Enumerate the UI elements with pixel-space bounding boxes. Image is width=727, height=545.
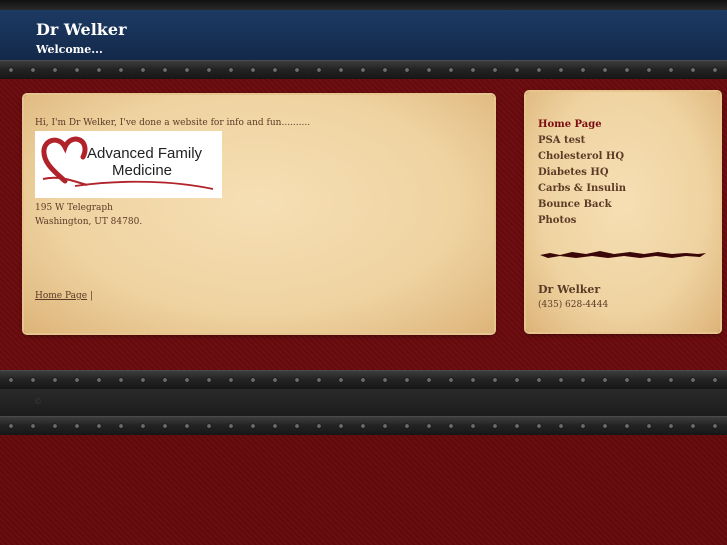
main-content-panel: Hi, I'm Dr Welker, I've done a website f… — [24, 95, 494, 333]
logo-swoosh — [74, 180, 214, 190]
nav-item-diabetes-hq[interactable]: Diabetes HQ — [538, 165, 626, 181]
nav-item-home-page[interactable]: Home Page — [538, 117, 626, 133]
contact-name: Dr Welker — [538, 283, 601, 296]
top-strip — [0, 0, 727, 10]
footer-band: © — [0, 389, 727, 416]
sidebar-nav: Home Page PSA test Cholesterol HQ Diabet… — [538, 117, 626, 229]
riveted-divider — [0, 60, 727, 80]
footer-copyright-mark: © — [34, 397, 42, 406]
nav-item-psa-test[interactable]: PSA test — [538, 133, 626, 149]
site-tagline: Welcome... — [36, 43, 103, 56]
address-city: Washington, UT 84780. — [35, 217, 143, 227]
intro-text: Hi, I'm Dr Welker, I've done a website f… — [35, 118, 311, 128]
nav-item-carbs-insulin[interactable]: Carbs & Insulin — [538, 181, 626, 197]
riveted-divider-footer-top — [0, 370, 727, 390]
nav-item-cholesterol-hq[interactable]: Cholesterol HQ — [538, 149, 626, 165]
site-title[interactable]: Dr Welker — [36, 20, 127, 39]
page-bottom-area — [0, 435, 727, 545]
breadcrumb-separator: | — [89, 291, 94, 301]
practice-logo: Advanced Family Medicine — [35, 131, 222, 198]
breadcrumb-home-link[interactable]: Home Page — [35, 291, 87, 301]
sidebar-panel: Home Page PSA test Cholesterol HQ Diabet… — [526, 92, 720, 332]
address-street: 195 W Telegraph — [35, 203, 113, 213]
nav-item-photos[interactable]: Photos — [538, 213, 626, 229]
breadcrumb: Home Page | — [35, 291, 93, 301]
contact-phone: (435) 628-4444 — [538, 300, 609, 310]
riveted-divider-footer-bottom — [0, 416, 727, 436]
site-header: Dr Welker Welcome... — [0, 10, 727, 60]
torn-divider — [540, 251, 706, 258]
nav-item-bounce-back[interactable]: Bounce Back — [538, 197, 626, 213]
